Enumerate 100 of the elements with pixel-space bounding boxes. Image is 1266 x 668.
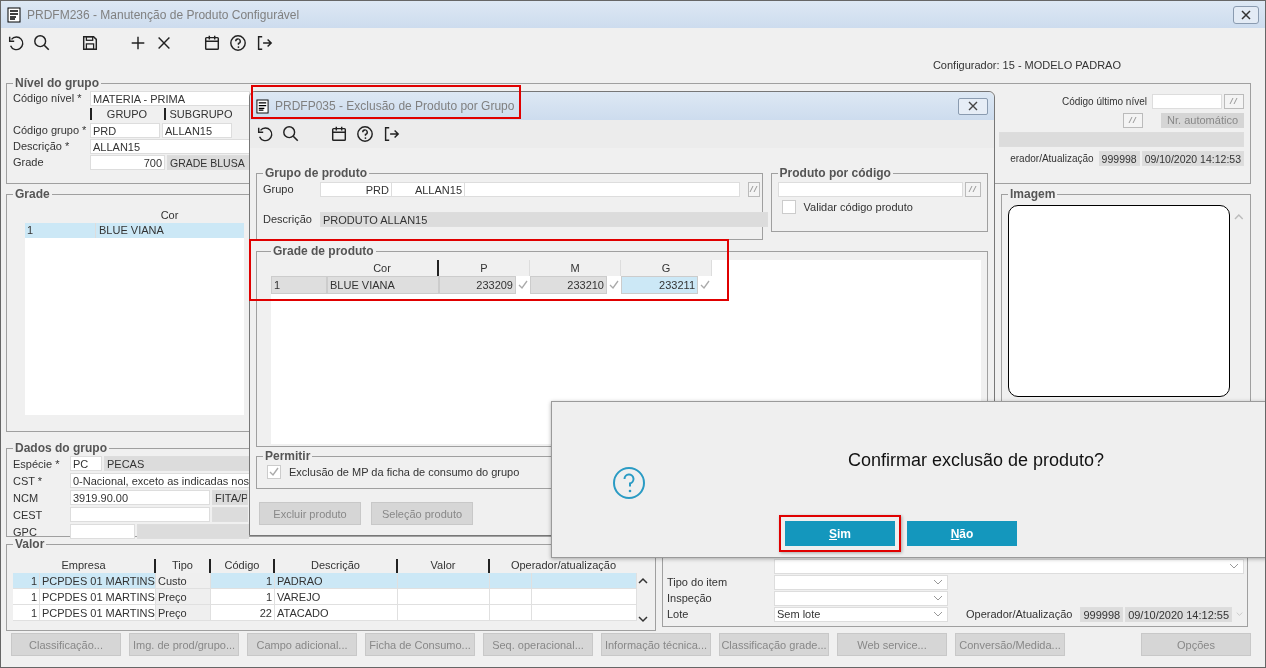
help-icon[interactable] <box>229 34 247 52</box>
input-field[interactable] <box>70 507 210 522</box>
slash-icon <box>1128 116 1139 124</box>
chevron-down-icon <box>1229 563 1239 569</box>
field-label: Grupo <box>263 183 295 195</box>
group-title: Imagem <box>1009 187 1057 201</box>
table-cell[interactable]: 233211 <box>621 276 698 294</box>
slash-icon <box>749 185 759 193</box>
group-title: Permitir <box>264 449 312 463</box>
table-row[interactable]: 1 PCPDES 01 MARTINS Preço 22 ATACADO <box>13 605 637 621</box>
readonly-field: PRODUTO ALLAN15 <box>320 211 768 227</box>
lookup-button[interactable] <box>748 181 760 197</box>
field-label: erador/Atualização <box>1010 152 1094 164</box>
input-field[interactable]: 3919.90.00 <box>70 490 210 505</box>
field-label: Grade <box>13 156 45 168</box>
input-field[interactable] <box>70 524 135 539</box>
checkbox[interactable] <box>781 200 796 214</box>
undo-icon[interactable] <box>7 34 25 52</box>
readonly-field <box>212 507 248 522</box>
field-label: Lote <box>667 608 690 620</box>
field-label: Descrição * <box>13 140 71 152</box>
table-cell[interactable]: 233209 <box>439 276 516 294</box>
lookup-button[interactable] <box>1224 93 1244 109</box>
input-field[interactable] <box>1152 93 1222 109</box>
input-field[interactable]: ALLAN15 <box>90 138 250 154</box>
readonly-field: GRADE BLUSA <box>167 154 251 170</box>
field-label: Inspeção <box>667 592 713 604</box>
search-icon[interactable] <box>282 125 300 143</box>
input-field[interactable]: PC <box>70 456 102 471</box>
slash-icon <box>1229 97 1239 105</box>
configurator-label: Configurador: 15 - MODELO PADRAO <box>932 59 1121 73</box>
group-title: Grade <box>14 187 51 201</box>
field-label: Código nível * <box>13 92 83 104</box>
readonly-field: FITA/P <box>212 490 248 505</box>
input-field[interactable]: ALLAN15 <box>162 122 232 138</box>
group-title: Produto por código <box>778 166 892 180</box>
field-label: Código último nível <box>1061 95 1147 107</box>
table-row[interactable]: 1 PCPDES 01 MARTINS Custo 1 PADRAO <box>13 573 637 589</box>
field-label: CST * <box>13 474 44 487</box>
column-header: Cor <box>159 209 180 223</box>
window-title: PRDFM236 - Manutenção de Produto Configurável <box>27 7 300 22</box>
input-field[interactable]: PRD <box>90 122 160 138</box>
dialog-title: PRDFP035 - Exclusão de Produto por Grupo <box>275 99 515 113</box>
input-field[interactable]: PRD ALLAN15 <box>320 181 740 197</box>
add-icon[interactable] <box>129 34 147 52</box>
message-text: Confirmar exclusão de produto? <box>847 450 1105 471</box>
close-icon <box>967 101 979 111</box>
input-field[interactable]: MATERIA - PRIMA <box>90 90 250 106</box>
table-cell: BLUE VIANA <box>327 276 439 294</box>
checkbox-label: Validar código produto <box>803 201 913 213</box>
dropdown[interactable] <box>774 590 948 606</box>
checkbox-label: Exclusão de MP da ficha de consumo do grupo <box>289 466 520 478</box>
column-header: Operador/atualização <box>509 559 618 573</box>
dropdown[interactable] <box>774 574 948 590</box>
calendar-icon[interactable] <box>330 125 348 143</box>
field-label: Tipo do item <box>667 576 729 588</box>
field-label: NCM <box>13 491 40 504</box>
dropdown[interactable]: Sem lote <box>774 606 948 622</box>
group-title: Valor <box>14 537 46 551</box>
scroll-up-icon[interactable] <box>1234 213 1244 221</box>
lookup-button[interactable] <box>964 181 981 197</box>
save-icon[interactable] <box>81 34 99 52</box>
close-icon <box>1240 8 1252 21</box>
undo-icon[interactable] <box>256 125 274 143</box>
slash-icon <box>967 185 978 193</box>
field-label: GPC <box>13 525 38 538</box>
group-title: Grupo de produto <box>264 166 368 180</box>
close-button[interactable] <box>958 97 988 115</box>
exit-icon[interactable] <box>255 34 273 52</box>
readonly-field: 09/10/2020 14:12:55 <box>1125 606 1233 622</box>
help-icon[interactable] <box>356 125 374 143</box>
lookup-button[interactable] <box>1123 112 1144 128</box>
field-label: Espécie * <box>13 457 61 470</box>
document-icon <box>256 98 269 114</box>
readonly-field: 999998 <box>1080 606 1124 622</box>
readonly-field: 999998 <box>1098 150 1140 166</box>
group-title: Grade de produto <box>272 244 375 258</box>
calendar-icon[interactable] <box>203 34 221 52</box>
search-icon[interactable] <box>33 34 51 52</box>
column-header: SUBGRUPO <box>164 108 236 120</box>
input-field[interactable]: 700 <box>90 154 165 170</box>
field-label: Descrição <box>263 213 313 225</box>
table-row[interactable]: 1 PCPDES 01 MARTINS Preço 1 VAREJO <box>13 589 637 605</box>
table-row[interactable]: 1 BLUE VIANA <box>25 223 244 238</box>
question-icon <box>612 466 646 500</box>
field-label: Código grupo * <box>13 124 88 136</box>
document-icon <box>7 6 21 23</box>
input-field[interactable] <box>777 181 963 197</box>
group-title: Nível do grupo <box>14 76 100 90</box>
table-cell: 1 <box>271 276 327 294</box>
field-label: Operador/Atualização <box>966 608 1073 620</box>
delete-icon[interactable] <box>155 34 173 52</box>
readonly-field: PECAS <box>104 456 252 471</box>
table-cell[interactable]: 233210 <box>530 276 607 294</box>
checkbox[interactable] <box>267 465 281 479</box>
chevron-down-icon[interactable] <box>1236 611 1243 617</box>
dropdown[interactable] <box>774 558 1244 574</box>
exit-icon[interactable] <box>382 125 400 143</box>
column-header: GRUPO <box>90 108 162 120</box>
close-button[interactable] <box>1233 5 1259 24</box>
